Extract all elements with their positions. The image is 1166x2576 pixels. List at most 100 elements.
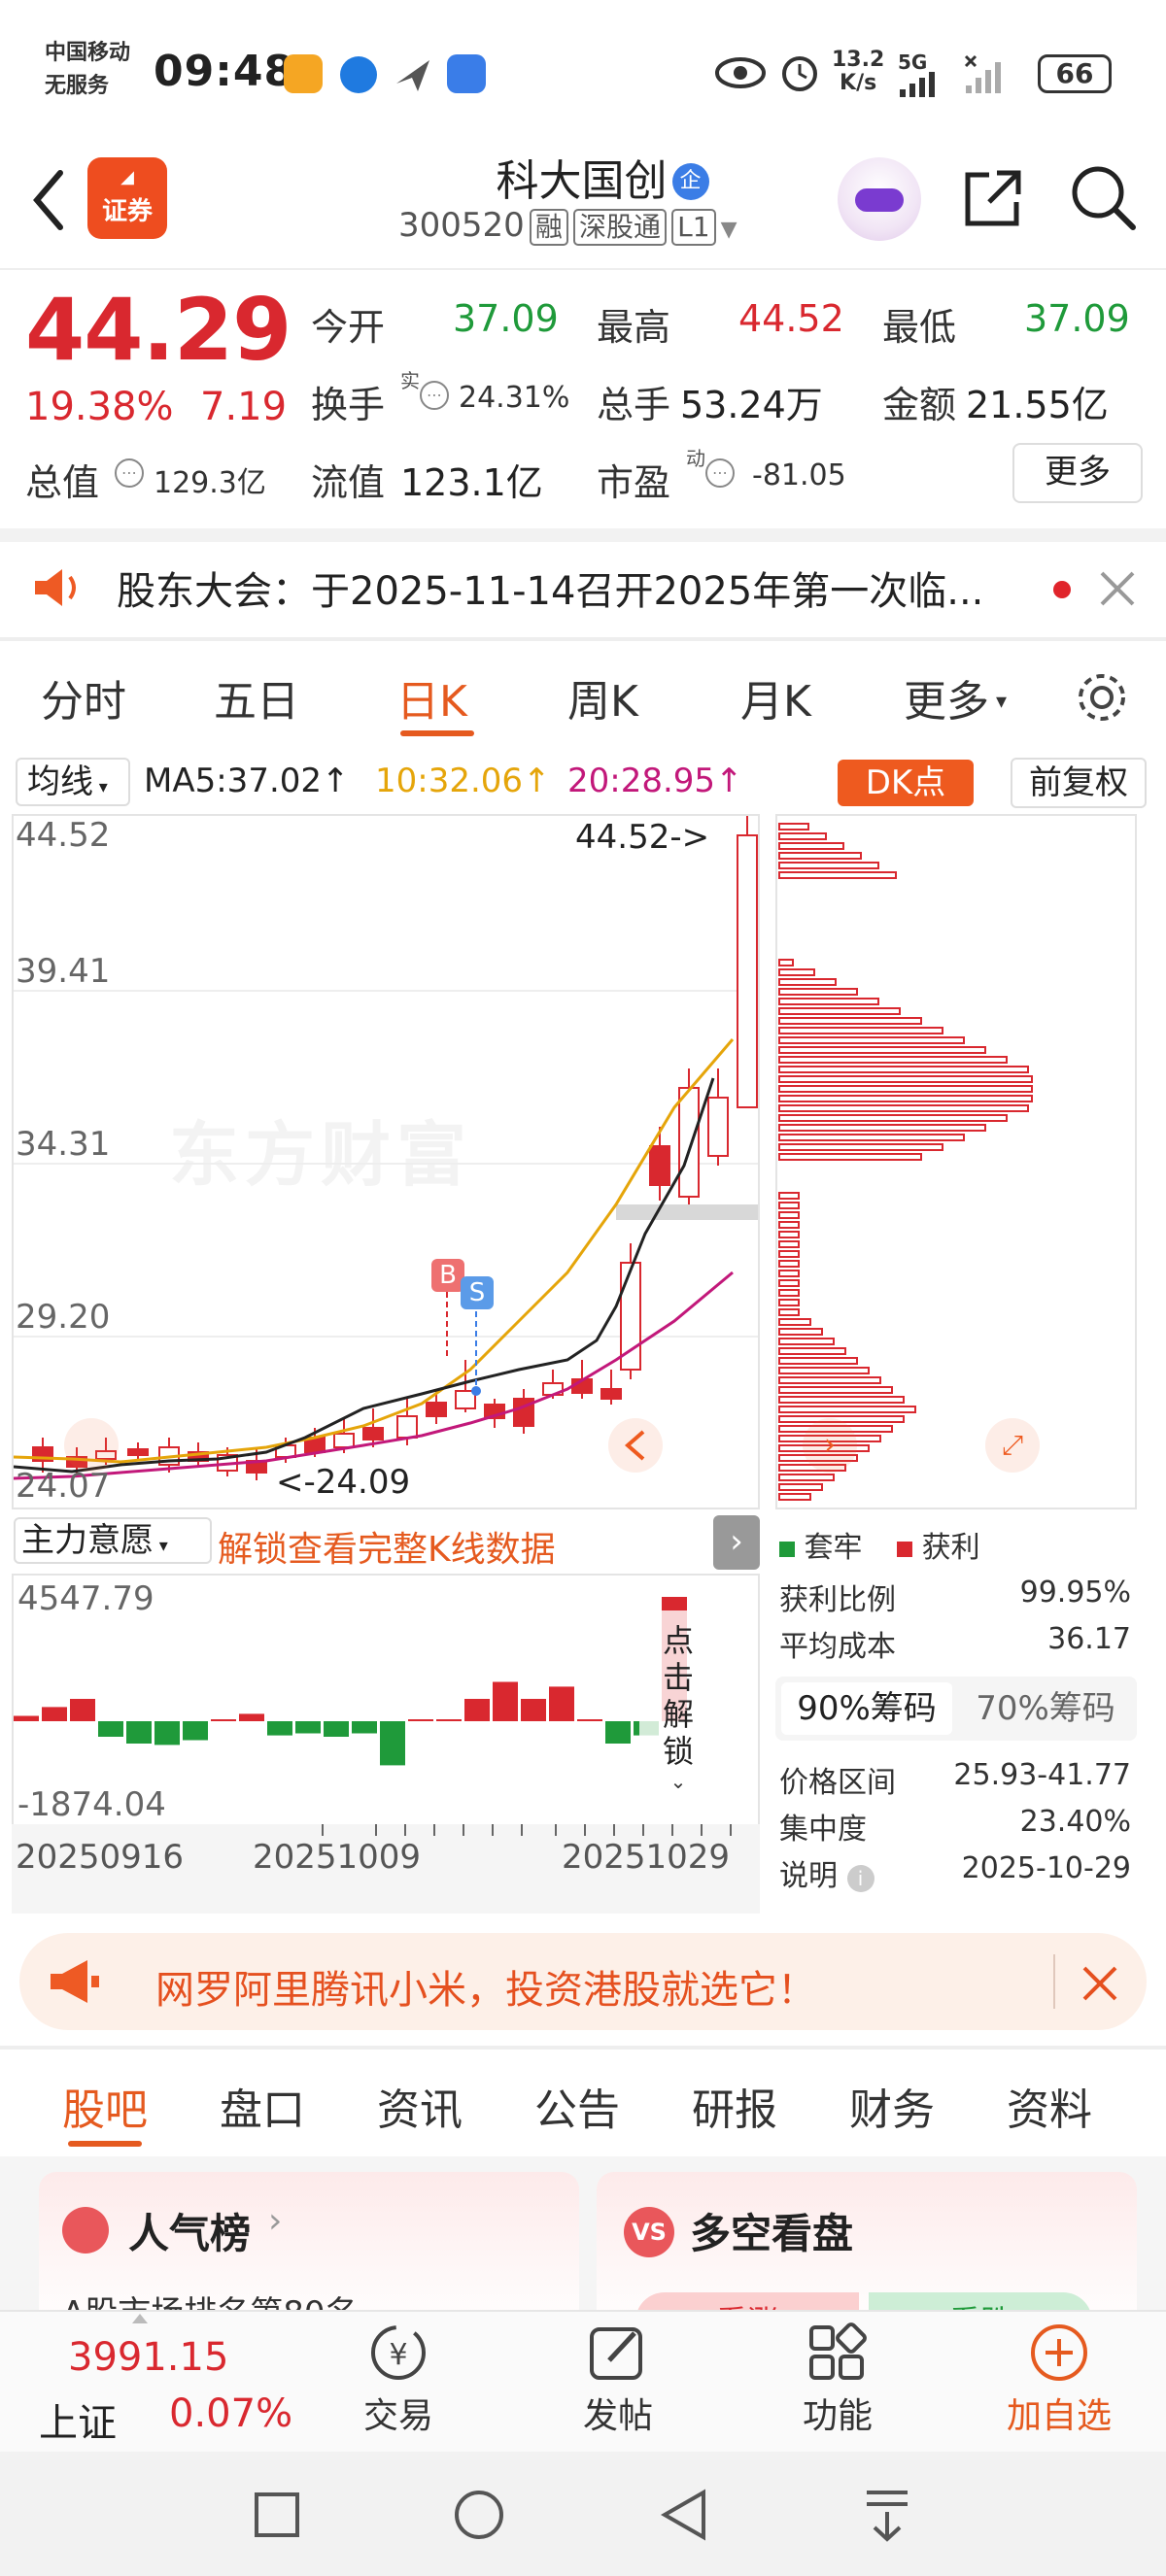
tab-more[interactable]: 更多 ▾ — [904, 666, 1007, 729]
enterprise-badge: 企 — [671, 163, 709, 200]
note-label[interactable]: 说明 i — [779, 1851, 874, 1894]
buy-marker[interactable]: B — [431, 1259, 464, 1292]
search-icon[interactable] — [1069, 163, 1139, 233]
notice-bar[interactable]: 股东大会：于2025-11-14召开2025年第一次临... — [0, 542, 1166, 637]
y-label: 39.41 — [16, 952, 111, 991]
chevron-right-icon: › — [268, 2201, 283, 2241]
chip-bar — [778, 1066, 1029, 1073]
tab-announcements[interactable]: 公告 — [534, 2075, 620, 2137]
broker-logo[interactable]: ◢ 证券 — [87, 157, 167, 239]
dk-point-button[interactable]: DK点 — [838, 760, 974, 806]
notification-pull-icon[interactable] — [863, 2487, 911, 2543]
tab-intraday[interactable]: 分时 — [41, 666, 126, 729]
tab-news[interactable]: 资讯 — [377, 2075, 463, 2137]
indicator-bar — [352, 1721, 377, 1734]
back-arrow-icon[interactable] — [27, 167, 70, 233]
recent-apps-icon[interactable] — [253, 2491, 301, 2539]
pe-label: 市盈 — [597, 461, 671, 504]
tab-profile[interactable]: 资料 — [1007, 2075, 1092, 2137]
adjust-button[interactable]: 前复权 — [1011, 758, 1147, 808]
date-ticks — [322, 1824, 732, 1836]
stock-code-line[interactable]: 300520 融 深股通 L1 ▼ — [398, 206, 737, 246]
y-label: 34.31 — [16, 1125, 111, 1164]
indicator-bar — [42, 1707, 67, 1721]
send-icon — [396, 60, 429, 91]
settings-gear-icon[interactable] — [1073, 668, 1131, 727]
speaker-icon — [35, 569, 76, 606]
chip-bar — [778, 1318, 811, 1326]
tab-research[interactable]: 研报 — [692, 2075, 777, 2137]
home-icon[interactable] — [453, 2489, 505, 2541]
unlock-side-panel[interactable]: 点击解锁 ⌄ — [639, 1610, 717, 1795]
date-axis: 20250916 20251009 20251029 — [12, 1824, 760, 1914]
candle-body — [649, 1145, 670, 1186]
chevron-right-icon[interactable]: › — [713, 1515, 760, 1570]
info-dots-icon[interactable]: ⋯ — [115, 458, 144, 488]
tab-monthly-k[interactable]: 月K — [740, 666, 811, 729]
more-quote-button[interactable]: 更多 — [1012, 443, 1143, 503]
robot-assistant-icon[interactable] — [838, 157, 921, 241]
unlock-kline-link[interactable]: 解锁查看完整K线数据 — [218, 1521, 556, 1572]
min-price-annotation: <-24.09 — [276, 1463, 411, 1502]
tab-five-day[interactable]: 五日 — [214, 666, 299, 729]
change-amount: 7.19 — [200, 385, 288, 429]
sell-marker[interactable]: S — [461, 1276, 494, 1309]
chevron-right-icon[interactable]: › — [803, 1418, 857, 1473]
indicator-bar — [436, 1719, 462, 1721]
ad-banner[interactable]: 网罗阿里腾讯小米，投资港股就选它！ — [19, 1933, 1147, 2030]
bottom-nav: 3991.15 上证 0.07% ¥ 交易 发帖 功能 加自选 — [0, 2310, 1166, 2452]
nav-functions[interactable]: 功能 — [799, 2322, 876, 2438]
indicator-chart[interactable]: 4547.79 -1874.04 点击解锁 ⌄ — [12, 1574, 760, 1824]
chip-bar — [778, 871, 897, 879]
tab-guba[interactable]: 股吧 — [62, 2075, 148, 2137]
share-icon[interactable] — [960, 165, 1026, 231]
candle-body — [333, 1433, 355, 1448]
chip-bar — [778, 1085, 1033, 1093]
indicator-min: -1874.04 — [17, 1785, 166, 1824]
popularity-card[interactable]: 人气榜 › A股市场排名第80名 — [39, 2172, 579, 2333]
info-dots-icon[interactable]: ⋯ — [420, 381, 449, 410]
info-dots-icon[interactable]: ⋯ — [705, 458, 735, 488]
chip-bar — [778, 1017, 922, 1025]
indicator-selector[interactable]: 主力意愿 ▾ — [14, 1517, 212, 1564]
chip-bar — [778, 1279, 800, 1287]
close-icon[interactable] — [1098, 569, 1137, 608]
expand-icon[interactable]: ⤢ — [985, 1418, 1040, 1473]
indicator-bar — [605, 1721, 631, 1744]
indicator-bar — [211, 1719, 236, 1721]
tab-pankou[interactable]: 盘口 — [220, 2075, 305, 2137]
indicator-bar — [380, 1721, 405, 1766]
chip-bar — [778, 1338, 835, 1345]
open-label: 今开 — [311, 306, 386, 349]
high-label: 最高 — [597, 306, 671, 349]
nav-post[interactable]: 发帖 — [579, 2322, 657, 2438]
tab-daily-k[interactable]: 日K — [396, 666, 467, 729]
caret-up-icon — [132, 2314, 148, 2323]
bull-bear-card[interactable]: VS 多空看盘 看涨 看跌 — [597, 2172, 1137, 2351]
indicator-bar — [549, 1686, 574, 1721]
tag-connect: 深股通 — [573, 209, 668, 246]
tab-chip-70[interactable]: 70%筹码 — [960, 1682, 1131, 1735]
tab-finance[interactable]: 财务 — [849, 2075, 935, 2137]
candle-body — [737, 834, 758, 1108]
chip-bar — [778, 1328, 823, 1336]
pe-superscript: 动 — [686, 447, 705, 470]
tab-chip-90[interactable]: 90%筹码 — [781, 1682, 952, 1735]
ma20-value: 20:28.95↑ — [567, 762, 743, 800]
no-signal-icon — [964, 54, 1001, 93]
candle-body — [396, 1415, 418, 1439]
kline-chart[interactable]: 东方财富 44.52 39.41 34.31 29.20 24.07 44.52… — [12, 814, 760, 1509]
tab-weekly-k[interactable]: 周K — [567, 666, 638, 729]
tag-margin: 融 — [529, 209, 568, 246]
signal-bars-icon — [900, 72, 935, 97]
profit-ratio-value: 99.95% — [1019, 1576, 1131, 1610]
indicator-bar — [295, 1721, 321, 1734]
close-icon[interactable] — [1080, 1964, 1119, 2003]
indicator-bar — [521, 1699, 546, 1721]
ma-selector[interactable]: 均线 ▾ — [16, 758, 130, 806]
chip-bar — [778, 1056, 1008, 1064]
back-icon[interactable] — [659, 2489, 709, 2541]
nav-trade[interactable]: ¥ 交易 — [360, 2322, 437, 2438]
indicator-bar — [98, 1721, 123, 1737]
nav-add-watchlist[interactable]: 加自选 — [991, 2322, 1127, 2438]
